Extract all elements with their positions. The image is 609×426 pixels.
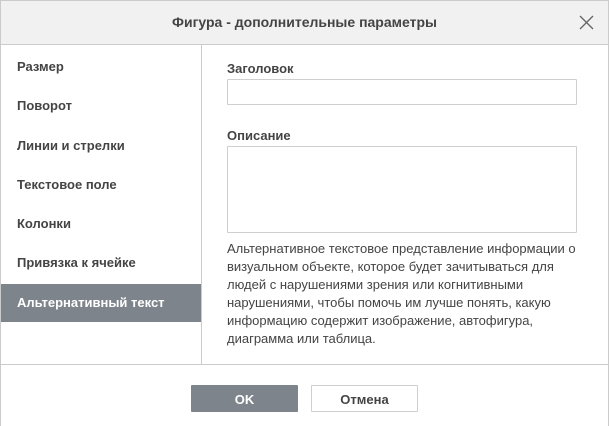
sidebar-item-label: Линии и стрелки (17, 138, 125, 153)
sidebar-item-alt-text[interactable]: Альтернативный текст (1, 284, 201, 322)
close-icon (579, 15, 594, 30)
dialog-footer: OK Отмена (1, 364, 608, 426)
description-label: Описание (227, 128, 291, 143)
settings-sidebar: Размер Поворот Линии и стрелки Текстовое… (1, 45, 202, 364)
sidebar-item-label: Колонки (17, 216, 71, 231)
sidebar-item-cell-snap[interactable]: Привязка к ячейке (1, 244, 201, 282)
description-input[interactable] (227, 146, 577, 233)
alt-text-panel: Заголовок Описание Альтернативное тексто… (202, 45, 608, 364)
ok-button[interactable]: OK (191, 385, 298, 412)
cancel-button[interactable]: Отмена (311, 385, 418, 412)
title-input[interactable] (227, 79, 577, 105)
sidebar-item-text-box[interactable]: Текстовое поле (1, 166, 201, 204)
close-button[interactable] (579, 15, 594, 30)
sidebar-item-label: Размер (17, 59, 64, 74)
sidebar-item-rotation[interactable]: Поворот (1, 87, 201, 125)
sidebar-item-columns[interactable]: Колонки (1, 205, 201, 243)
alt-text-help: Альтернативное текстовое представление и… (227, 241, 576, 346)
sidebar-item-size[interactable]: Размер (1, 48, 201, 86)
sidebar-item-label: Текстовое поле (17, 177, 117, 192)
advanced-settings-dialog: Фигура - дополнительные параметры Размер… (0, 0, 609, 426)
title-label: Заголовок (227, 61, 294, 76)
dialog-title: Фигура - дополнительные параметры (172, 14, 437, 30)
dialog-header: Фигура - дополнительные параметры (1, 1, 608, 45)
sidebar-item-lines-arrows[interactable]: Линии и стрелки (1, 127, 201, 165)
sidebar-item-label: Привязка к ячейке (17, 255, 136, 270)
sidebar-item-label: Альтернативный текст (17, 295, 165, 310)
sidebar-item-label: Поворот (17, 98, 72, 113)
